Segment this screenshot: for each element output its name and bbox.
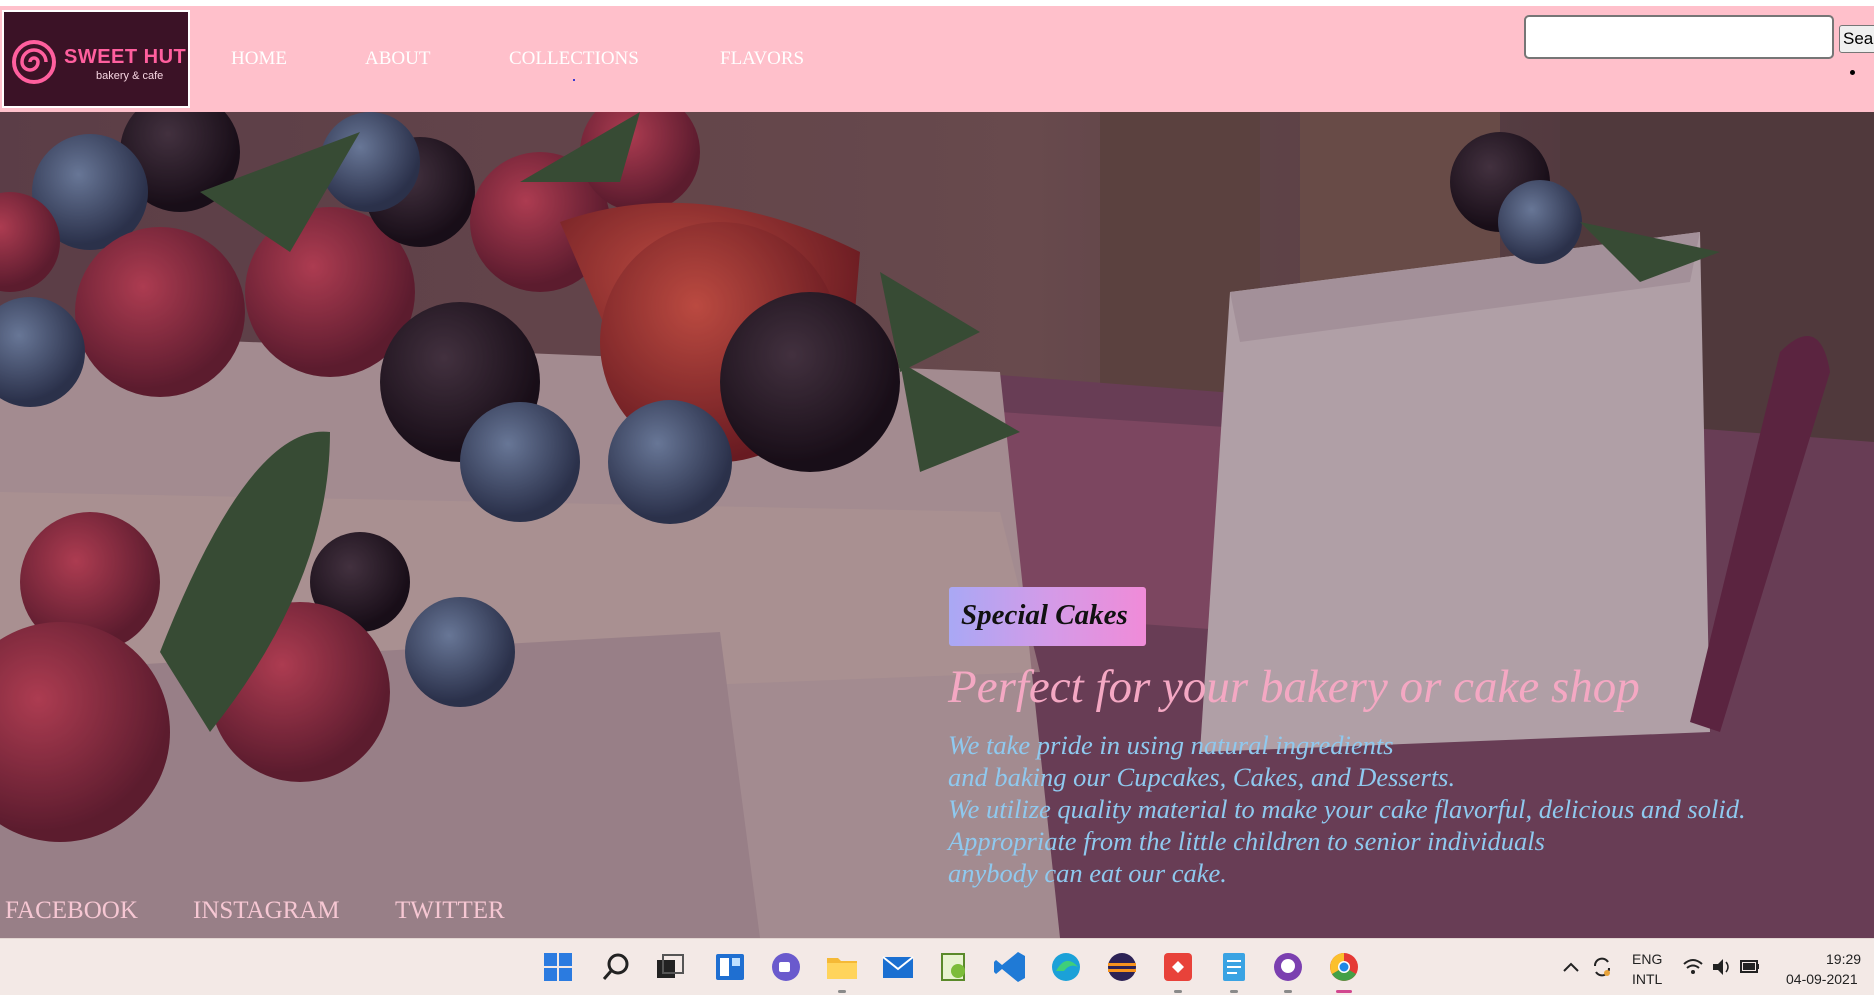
hero-headline: Perfect for your bakery or cake shop <box>948 661 1640 713</box>
active-indicator <box>1336 990 1352 993</box>
wifi-icon[interactable] <box>1682 949 1704 985</box>
logo[interactable]: SWEET HUT bakery & cafe <box>2 10 190 108</box>
notepad-icon[interactable] <box>1216 949 1252 985</box>
git-app-icon[interactable] <box>1160 949 1196 985</box>
mail-icon[interactable] <box>880 949 916 985</box>
notepad-plus-icon[interactable] <box>936 949 972 985</box>
list-bullet <box>1850 70 1855 75</box>
windows-start-icon[interactable] <box>540 949 576 985</box>
hero-section: Special Cakes Perfect for your bakery or… <box>0 112 1874 938</box>
file-explorer-icon[interactable] <box>824 949 860 985</box>
keyboard-layout-label[interactable]: INTL <box>1632 971 1662 987</box>
facebook-link[interactable]: FACEBOOK <box>5 897 138 925</box>
brand-name: SWEET HUT <box>64 46 187 68</box>
running-indicator <box>1174 990 1182 993</box>
hero-description: We take pride in using natural ingredien… <box>948 729 1746 889</box>
vscode-icon[interactable] <box>992 949 1028 985</box>
description-line: We utilize quality material to make your… <box>948 794 1746 824</box>
twitter-link[interactable]: TWITTER <box>395 897 505 925</box>
battery-icon[interactable] <box>1738 949 1762 985</box>
focus-dot <box>573 79 575 81</box>
edge-icon[interactable] <box>1048 949 1084 985</box>
sync-icon[interactable] <box>1590 949 1614 985</box>
nav-about[interactable]: ABOUT <box>365 48 430 70</box>
clock-time[interactable]: 19:29 <box>1826 951 1861 967</box>
chrome-icon[interactable] <box>1326 949 1362 985</box>
site-header: SWEET HUT bakery & cafe HOME ABOUT COLLE… <box>0 6 1874 112</box>
running-indicator <box>1230 990 1238 993</box>
badge-label: Special Cakes <box>961 599 1128 631</box>
language-label[interactable]: ENG <box>1632 951 1662 967</box>
nav-collections[interactable]: COLLECTIONS <box>509 48 639 70</box>
chevron-up-icon[interactable] <box>1560 949 1582 985</box>
description-line: Appropriate from the little children to … <box>948 826 1545 856</box>
github-icon[interactable] <box>1270 949 1306 985</box>
instagram-link[interactable]: INSTAGRAM <box>193 897 340 925</box>
brand-tagline: bakery & cafe <box>96 70 164 82</box>
description-line: and baking our Cupcakes, Cakes, and Dess… <box>948 762 1456 792</box>
spiral-logo-icon <box>12 40 56 84</box>
description-line: anybody can eat our cake. <box>948 858 1227 888</box>
task-view-icon[interactable] <box>652 949 688 985</box>
description-line: We take pride in using natural ingredien… <box>948 730 1394 760</box>
taskbar: ENG INTL 19:29 04-09-2021 <box>0 938 1874 995</box>
clock-date[interactable]: 04-09-2021 <box>1786 971 1858 987</box>
special-cakes-badge: Special Cakes <box>949 587 1146 646</box>
running-indicator <box>1284 990 1292 993</box>
running-indicator <box>838 990 846 993</box>
search-icon[interactable] <box>598 949 634 985</box>
search-input[interactable] <box>1524 15 1834 59</box>
widgets-icon[interactable] <box>712 949 748 985</box>
search-button[interactable]: Search <box>1839 25 1874 53</box>
nav-home[interactable]: HOME <box>231 48 287 70</box>
chat-icon[interactable] <box>768 949 804 985</box>
eclipse-icon[interactable] <box>1104 949 1140 985</box>
nav-flavors[interactable]: FLAVORS <box>720 48 804 70</box>
volume-icon[interactable] <box>1710 949 1732 985</box>
